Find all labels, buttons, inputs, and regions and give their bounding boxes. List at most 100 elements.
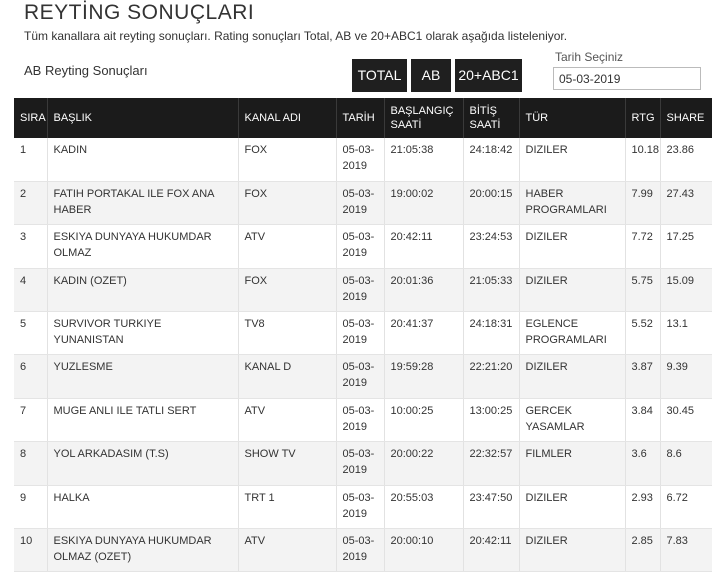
cell-rtg: 3.87 — [625, 354, 661, 399]
table-row: 1 KADIN FOX 05-03-2019 21:05:38 24:18:42… — [14, 138, 712, 182]
table-header-row: SIRA BAŞLIK KANAL ADI TARİH BAŞLANGIÇ SA… — [14, 98, 712, 138]
table-row: 2 FATIH PORTAKAL ILE FOX ANA HABER FOX 0… — [14, 181, 712, 226]
cell-tarih: 05-03-2019 — [336, 441, 385, 486]
cell-sira: 2 — [14, 181, 48, 226]
cell-baslangic: 20:42:11 — [384, 224, 464, 269]
cell-share: 8.6 — [660, 441, 712, 486]
cell-rtg: 2.85 — [625, 528, 661, 573]
table-row: 7 MUGE ANLI ILE TATLI SERT ATV 05-03-201… — [14, 398, 712, 443]
cell-share: 7.83 — [660, 528, 712, 573]
cell-baslik: ESKIYA DUNYAYA HUKUMDAR OLMAZ — [47, 224, 239, 269]
cell-tur: DIZILER — [519, 354, 626, 399]
col-header-rtg: RTG — [625, 98, 661, 138]
cell-kanal: ATV — [238, 528, 337, 573]
table-row: 9 HALKA TRT 1 05-03-2019 20:55:03 23:47:… — [14, 485, 712, 530]
cell-baslik: MUGE ANLI ILE TATLI SERT — [47, 398, 239, 443]
table-row: 3 ESKIYA DUNYAYA HUKUMDAR OLMAZ ATV 05-0… — [14, 224, 712, 269]
cell-sira: 3 — [14, 224, 48, 269]
ab-button[interactable]: AB — [411, 59, 451, 92]
date-label: Tarih Seçiniz — [555, 50, 624, 64]
cell-kanal: FOX — [238, 268, 337, 313]
date-input[interactable] — [553, 67, 701, 90]
cell-tur: DIZILER — [519, 224, 626, 269]
cell-sira: 7 — [14, 398, 48, 443]
cell-tarih: 05-03-2019 — [336, 181, 385, 226]
cell-tur: FILMLER — [519, 441, 626, 486]
cell-baslangic: 19:00:02 — [384, 181, 464, 226]
cell-bitis: 23:24:53 — [463, 224, 520, 269]
cell-sira: 10 — [14, 528, 48, 573]
cell-sira: 1 — [14, 138, 48, 182]
cell-baslik: ESKIYA DUNYAYA HUKUMDAR OLMAZ (OZET) — [47, 528, 239, 573]
cell-rtg: 2.93 — [625, 485, 661, 530]
page-description: Tüm kanallara ait reyting sonuçları. Rat… — [24, 29, 568, 43]
cell-kanal: KANAL D — [238, 354, 337, 399]
cell-rtg: 7.72 — [625, 224, 661, 269]
cell-tur: DIZILER — [519, 268, 626, 313]
cell-baslangic: 20:00:22 — [384, 441, 464, 486]
cell-baslik: FATIH PORTAKAL ILE FOX ANA HABER — [47, 181, 239, 226]
cell-share: 23.86 — [660, 138, 712, 182]
cell-tur: DIZILER — [519, 485, 626, 530]
table-row: 8 YOL ARKADASIM (T.S) SHOW TV 05-03-2019… — [14, 441, 712, 486]
col-header-bitis: BİTİŞ SAATİ — [463, 98, 520, 138]
cell-baslik: SURVIVOR TURKIYE YUNANISTAN — [47, 311, 239, 356]
cell-tur: EGLENCE PROGRAMLARI — [519, 311, 626, 356]
total-button[interactable]: TOTAL — [352, 59, 407, 92]
cell-share: 17.25 — [660, 224, 712, 269]
cell-bitis: 20:00:15 — [463, 181, 520, 226]
cell-tur: DIZILER — [519, 528, 626, 573]
cell-baslangic: 19:59:28 — [384, 354, 464, 399]
cell-rtg: 7.99 — [625, 181, 661, 226]
cell-tarih: 05-03-2019 — [336, 528, 385, 573]
cell-kanal: FOX — [238, 181, 337, 226]
cell-sira: 9 — [14, 485, 48, 530]
cell-tarih: 05-03-2019 — [336, 224, 385, 269]
cell-share: 15.09 — [660, 268, 712, 313]
cell-baslangic: 10:00:25 — [384, 398, 464, 443]
col-header-baslik: BAŞLIK — [47, 98, 239, 138]
cell-baslik: KADIN — [47, 138, 239, 182]
cell-baslangic: 20:01:36 — [384, 268, 464, 313]
col-header-tur: TÜR — [519, 98, 626, 138]
ratings-table: SIRA BAŞLIK KANAL ADI TARİH BAŞLANGIÇ SA… — [14, 98, 712, 573]
cell-sira: 8 — [14, 441, 48, 486]
col-header-baslangic: BAŞLANGIÇ SAATİ — [384, 98, 464, 138]
table-row: 5 SURVIVOR TURKIYE YUNANISTAN TV8 05-03-… — [14, 311, 712, 356]
cell-bitis: 22:21:20 — [463, 354, 520, 399]
cell-sira: 5 — [14, 311, 48, 356]
abc1-button[interactable]: 20+ABC1 — [455, 59, 522, 92]
cell-kanal: TV8 — [238, 311, 337, 356]
cell-sira: 4 — [14, 268, 48, 313]
col-header-share: SHARE — [660, 98, 712, 138]
col-header-sira: SIRA — [14, 98, 48, 138]
cell-bitis: 13:00:25 — [463, 398, 520, 443]
cell-bitis: 24:18:42 — [463, 138, 520, 182]
cell-kanal: ATV — [238, 224, 337, 269]
cell-baslik: HALKA — [47, 485, 239, 530]
cell-bitis: 21:05:33 — [463, 268, 520, 313]
cell-baslik: KADIN (OZET) — [47, 268, 239, 313]
cell-tarih: 05-03-2019 — [336, 138, 385, 182]
cell-tur: HABER PROGRAMLARI — [519, 181, 626, 226]
cell-sira: 6 — [14, 354, 48, 399]
cell-baslangic: 20:00:10 — [384, 528, 464, 573]
cell-bitis: 20:42:11 — [463, 528, 520, 573]
cell-kanal: FOX — [238, 138, 337, 182]
cell-tarih: 05-03-2019 — [336, 311, 385, 356]
cell-rtg: 3.84 — [625, 398, 661, 443]
cell-rtg: 10.18 — [625, 138, 661, 182]
cell-baslangic: 20:55:03 — [384, 485, 464, 530]
section-title: AB Reyting Sonuçları — [24, 63, 148, 78]
table-row: 10 ESKIYA DUNYAYA HUKUMDAR OLMAZ (OZET) … — [14, 528, 712, 573]
cell-bitis: 22:32:57 — [463, 441, 520, 486]
cell-tur: DIZILER — [519, 138, 626, 182]
cell-rtg: 5.52 — [625, 311, 661, 356]
cell-baslangic: 21:05:38 — [384, 138, 464, 182]
table-row: 6 YUZLESME KANAL D 05-03-2019 19:59:28 2… — [14, 354, 712, 399]
cell-kanal: ATV — [238, 398, 337, 443]
cell-kanal: TRT 1 — [238, 485, 337, 530]
page-title: REYTİNG SONUÇLARI — [24, 1, 255, 24]
cell-bitis: 23:47:50 — [463, 485, 520, 530]
cell-tarih: 05-03-2019 — [336, 398, 385, 443]
